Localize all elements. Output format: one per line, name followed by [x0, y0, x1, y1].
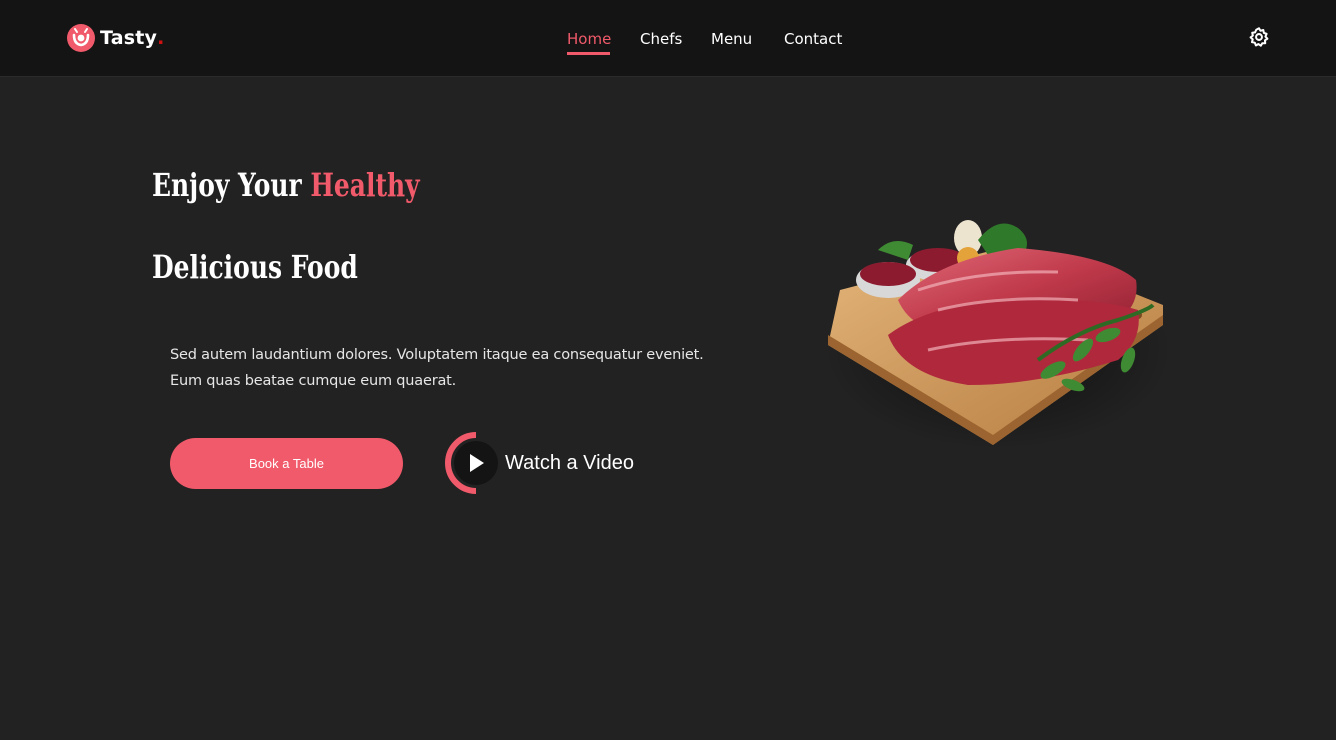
hero-title-part: Enjoy Your	[152, 166, 302, 204]
site-header: Tasty. Home Chefs Menu Contact	[0, 0, 1336, 76]
nav-item-chefs[interactable]: Chefs	[640, 29, 682, 49]
nav-item-contact[interactable]: Contact	[784, 29, 842, 49]
hero-description: Sed autem laudantium dolores. Voluptatem…	[170, 342, 710, 394]
hero-title-accent: Healthy	[310, 166, 420, 204]
book-table-button[interactable]: Book a Table	[170, 438, 403, 489]
main-nav: Home Chefs Menu Contact	[0, 29, 1336, 59]
watch-video-label: Watch a Video	[505, 451, 634, 474]
hero-description-line-1: Sed autem laudantium dolores. Voluptatem…	[170, 347, 704, 363]
active-nav-indicator	[567, 52, 610, 55]
nav-item-menu[interactable]: Menu	[711, 29, 752, 49]
watch-video-button[interactable]: Watch a Video	[442, 432, 634, 494]
play-icon	[445, 432, 498, 494]
nav-item-home[interactable]: Home	[567, 29, 611, 49]
gear-icon[interactable]	[1248, 26, 1270, 48]
hero-title-line-1: Enjoy Your Healthy	[152, 166, 420, 204]
meat-on-cutting-board-image	[823, 220, 1173, 450]
hero-description-line-2: Eum quas beatae cumque eum quaerat.	[170, 373, 457, 389]
hero-title-line-2: Delicious Food	[152, 248, 358, 286]
